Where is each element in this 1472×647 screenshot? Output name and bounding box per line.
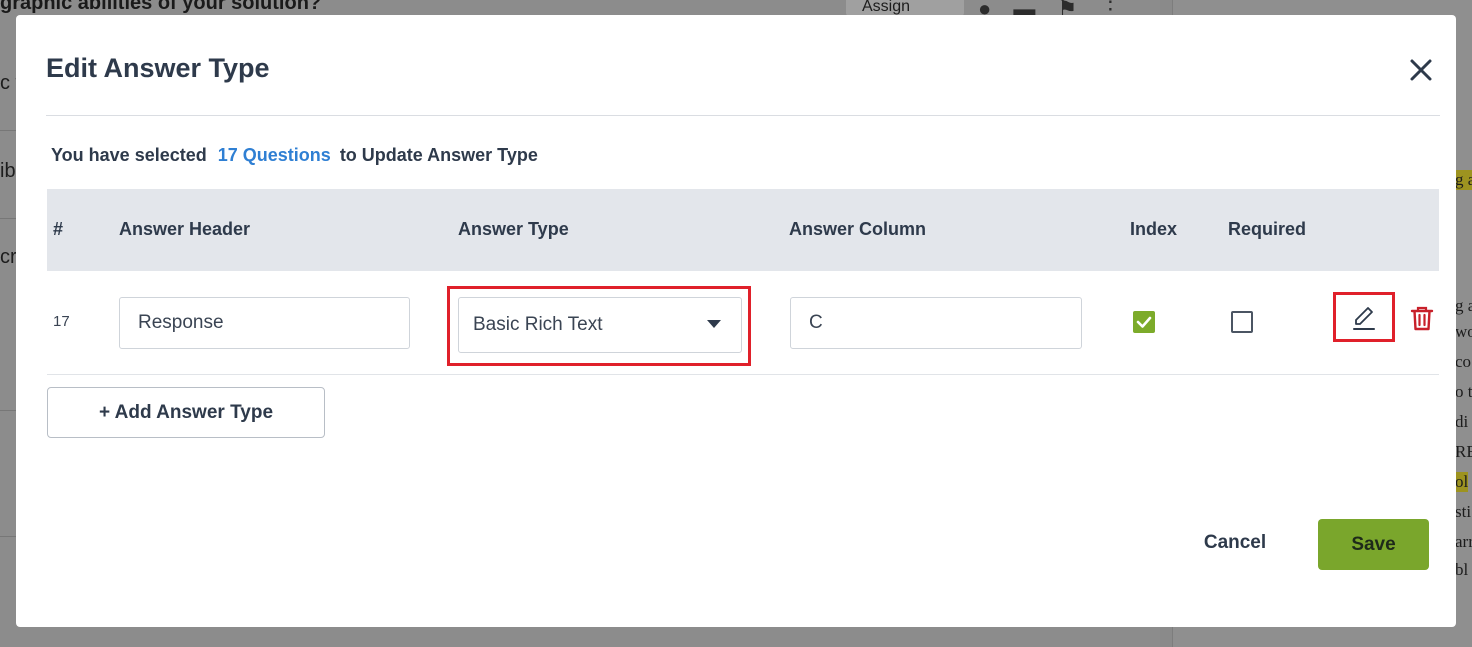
background-fragment: g a	[1455, 296, 1472, 315]
row-number: 17	[53, 313, 70, 330]
background-assign-button: Assign	[846, 0, 964, 16]
add-answer-type-button[interactable]: + Add Answer Type	[47, 387, 325, 438]
table-row: 17 Response Basic Rich Text C	[47, 271, 1439, 375]
column-header-answer-header: Answer Header	[119, 219, 251, 239]
chevron-down-icon	[707, 320, 721, 328]
checkmark-icon	[1136, 316, 1152, 328]
answer-table-header: # Answer Header Answer Type Answer Colum…	[47, 189, 1439, 271]
answer-column-input[interactable]: C	[790, 297, 1082, 349]
background-divider	[0, 130, 16, 131]
background-divider	[0, 410, 16, 411]
pencil-icon	[1353, 307, 1375, 330]
background-fragment: g a	[1455, 170, 1472, 190]
trash-icon	[1410, 306, 1434, 331]
background-fragment: co	[1455, 352, 1472, 371]
close-icon	[1410, 59, 1432, 81]
header-divider	[46, 115, 1440, 116]
background-divider	[0, 218, 16, 219]
selection-summary: You have selected 17 Questions to Update…	[51, 145, 538, 166]
selection-prefix: You have selected	[51, 145, 207, 165]
delete-button[interactable]	[1409, 305, 1435, 331]
edit-button[interactable]	[1333, 292, 1395, 342]
background-fragment: sti	[1455, 502, 1472, 521]
background-fragment: ol	[1455, 472, 1469, 492]
background-question-text: graphic abilities of your solution?	[0, 0, 322, 14]
background-divider	[0, 536, 16, 537]
answer-type-highlight: Basic Rich Text	[447, 286, 751, 366]
column-header-answer-column: Answer Column	[789, 219, 927, 239]
background-fragment: bl	[1455, 560, 1469, 579]
column-header-answer-type: Answer Type	[458, 219, 569, 239]
assign-label: Assign	[862, 0, 911, 15]
background-fragment: di	[1455, 412, 1469, 431]
modal-title: Edit Answer Type	[46, 53, 270, 83]
index-checkbox[interactable]	[1133, 311, 1155, 333]
required-checkbox[interactable]	[1231, 311, 1253, 333]
background-fragment: o t	[1455, 382, 1472, 401]
background-fragment: arr	[1455, 532, 1472, 551]
background-fragment: RE	[1455, 442, 1472, 461]
selection-suffix: to Update Answer Type	[339, 145, 538, 165]
cancel-button[interactable]: Cancel	[1186, 527, 1284, 559]
column-header-required: Required	[1228, 219, 1307, 239]
close-button[interactable]	[1406, 55, 1436, 85]
save-button[interactable]: Save	[1318, 519, 1429, 570]
answer-type-value: Basic Rich Text	[473, 314, 603, 335]
selected-questions-link[interactable]: 17 Questions	[218, 145, 331, 165]
edit-answer-type-modal: Edit Answer Type You have selected 17 Qu…	[16, 15, 1456, 627]
background-fragment: wo	[1455, 322, 1472, 341]
background-fragment: cr	[0, 246, 17, 268]
answer-header-input[interactable]: Response	[119, 297, 410, 349]
column-header-num: #	[53, 219, 64, 239]
background-fragment: ib	[0, 160, 16, 182]
answer-type-select[interactable]: Basic Rich Text	[458, 297, 742, 353]
column-header-index: Index	[1130, 219, 1178, 239]
